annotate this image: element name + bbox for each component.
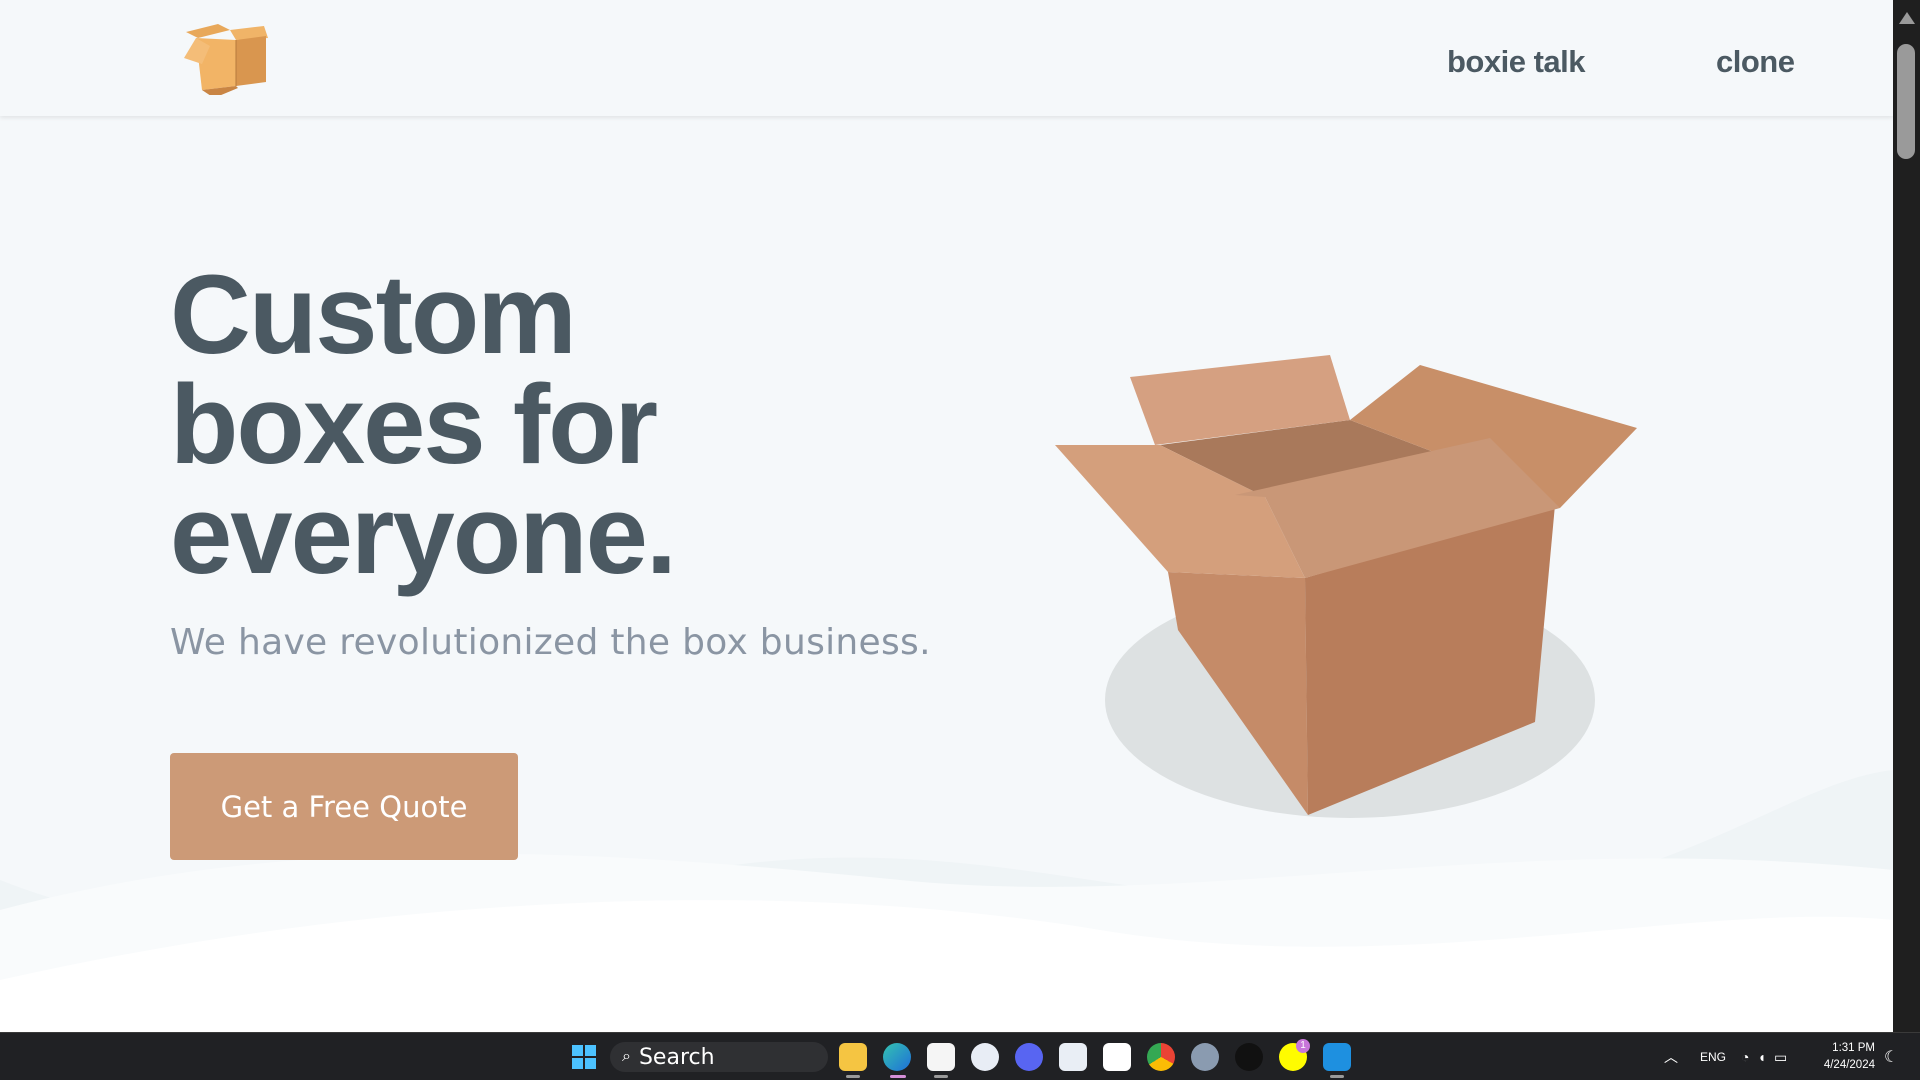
taskbar-clock[interactable]: 1:31 PM 4/24/2024: [1815, 1040, 1875, 1074]
settings-gear-icon[interactable]: [1191, 1043, 1219, 1071]
browser-viewport: boxie talk clone Custom boxes for everyo…: [0, 0, 1893, 1032]
open-box-illustration: [1055, 355, 1637, 818]
scroll-up-arrow-icon[interactable]: [1899, 12, 1915, 24]
scrollbar-thumb[interactable]: [1897, 44, 1915, 159]
volume-icon: ◖: [1757, 1049, 1766, 1065]
chrome-icon[interactable]: [1147, 1043, 1175, 1071]
notifications-icon[interactable]: ☾: [1884, 1047, 1898, 1067]
taskbar-active-indicator: [846, 1075, 860, 1078]
search-label: Search: [638, 1044, 715, 1070]
clock-date: 4/24/2024: [1823, 1059, 1875, 1071]
tray-chevron-up-icon[interactable]: ︿: [1664, 1033, 1678, 1080]
app-store-icon[interactable]: [971, 1043, 999, 1071]
taskbar-search[interactable]: ⌕ Search: [610, 1042, 828, 1072]
wifi-icon: ◔: [1741, 1049, 1750, 1065]
mail-icon[interactable]: [1059, 1043, 1087, 1071]
battery-icon: ▭: [1773, 1048, 1788, 1065]
page-scrollbar[interactable]: [1893, 0, 1920, 1032]
search-icon: ⌕: [622, 1048, 631, 1065]
system-tray-icons[interactable]: ◔ ◖ ▭: [1741, 1033, 1787, 1080]
windows-start-icon[interactable]: [572, 1045, 596, 1069]
notification-badge: 1: [1296, 1039, 1310, 1053]
hero-subtitle: We have revolutionized the box business.: [170, 622, 931, 663]
vscode-icon[interactable]: [1323, 1043, 1351, 1071]
microsoft-store-icon[interactable]: [927, 1043, 955, 1071]
file-explorer-icon[interactable]: [839, 1043, 867, 1071]
box-logo-icon[interactable]: [180, 20, 272, 95]
nav-link-boxie-talk[interactable]: boxie talk: [1447, 44, 1586, 80]
site-header: boxie talk clone: [0, 0, 1893, 116]
hero-title-line: Custom: [170, 252, 577, 377]
get-free-quote-button[interactable]: Get a Free Quote: [170, 753, 518, 860]
hero-title: Custom boxes for everyone.: [170, 252, 870, 597]
clock-time: 1:31 PM: [1832, 1042, 1875, 1054]
7zip-icon[interactable]: [1103, 1043, 1131, 1071]
language-indicator[interactable]: ENG: [1700, 1033, 1726, 1080]
taskbar-active-indicator: [890, 1075, 906, 1078]
hero-title-line: boxes for: [170, 362, 658, 487]
tiktok-icon[interactable]: [1235, 1043, 1263, 1071]
hero-title-line: everyone.: [170, 472, 677, 597]
windows-taskbar: ⌕ Search 1 ︿ ENG ◔ ◖ ▭ 1:31 PM 4/24/2024…: [0, 1032, 1920, 1080]
taskbar-active-indicator: [934, 1075, 948, 1078]
discord-icon[interactable]: [1015, 1043, 1043, 1071]
edge-browser-icon[interactable]: [883, 1043, 911, 1071]
taskbar-active-indicator: [1330, 1075, 1344, 1078]
nav-link-clone[interactable]: clone: [1716, 44, 1795, 80]
